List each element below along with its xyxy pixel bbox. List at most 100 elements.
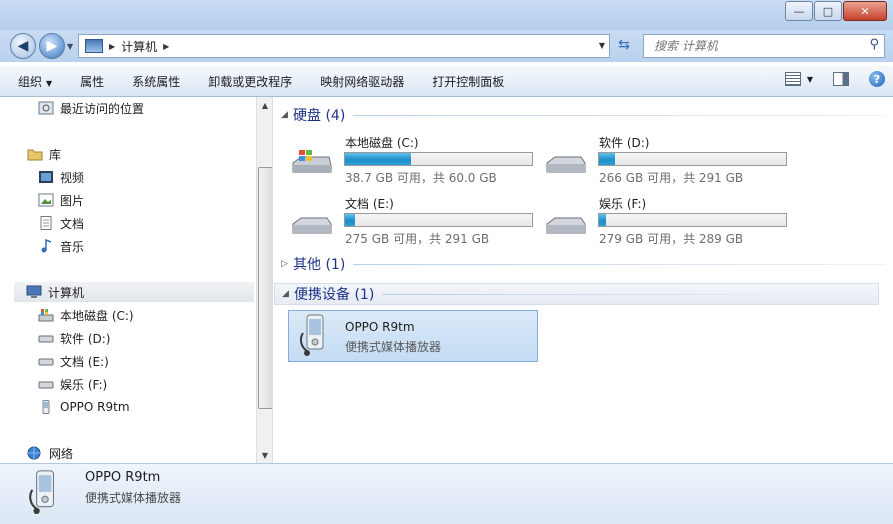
group-header-other[interactable]: ▷ 其他 (1) — [281, 254, 885, 274]
drive-usage-fill — [599, 214, 606, 226]
group-title: 便携设备 (1) — [294, 287, 375, 303]
back-button[interactable]: ◀ — [10, 33, 36, 59]
sidebar-item-computer[interactable]: 计算机 — [14, 282, 254, 302]
collapsed-triangle-icon[interactable]: ▷ — [281, 259, 293, 269]
minimize-button[interactable]: — — [785, 1, 813, 21]
phone-icon — [42, 400, 50, 414]
sidebar-item-label: 文档 — [60, 216, 85, 231]
address-bar[interactable]: ▶ 计算机 ▶ ▼ — [78, 34, 610, 58]
group-header-portable[interactable]: ◢ 便携设备 (1) — [274, 283, 879, 305]
drive-icon — [292, 217, 332, 234]
drive-icon — [38, 358, 54, 366]
group-header-drives[interactable]: ◢ 硬盘 (4) — [281, 105, 885, 125]
drive-usage-bar — [598, 152, 787, 166]
details-pane: OPPO R9tm 便携式媒体播放器 — [0, 463, 893, 524]
document-icon — [40, 216, 52, 230]
close-button[interactable]: ✕ — [843, 1, 887, 21]
window-controls: — □ ✕ — [784, 1, 887, 21]
expanded-triangle-icon[interactable]: ◢ — [282, 289, 294, 299]
sidebar-item-label: 计算机 — [48, 285, 85, 300]
sidebar-item-recent[interactable]: 最近访问的位置 — [38, 98, 144, 118]
breadcrumb-chevron-icon[interactable]: ▶ — [109, 42, 115, 51]
network-icon — [27, 446, 41, 460]
breadcrumb-chevron-icon[interactable]: ▶ — [163, 42, 169, 51]
scroll-down-icon[interactable]: ▼ — [257, 447, 273, 463]
organize-button[interactable]: 组织 ▼ — [14, 70, 56, 93]
drive-tile-c[interactable]: 本地磁盘 (C:) 38.7 GB 可用，共 60.0 GB — [287, 134, 537, 185]
uninstall-button[interactable]: 卸载或更改程序 — [204, 70, 296, 93]
drive-usage-bar — [598, 213, 787, 227]
drive-usage-bar — [344, 213, 533, 227]
sidebar-item-drive-e[interactable]: 文档 (E:) — [38, 351, 109, 371]
expanded-triangle-icon[interactable]: ◢ — [281, 110, 293, 120]
music-icon — [41, 239, 52, 253]
chevron-down-icon: ▼ — [46, 78, 53, 88]
sidebar-item-network[interactable]: 网络 — [27, 443, 73, 463]
device-name: OPPO R9tm — [345, 320, 415, 334]
sidebar-item-label: 图片 — [60, 193, 85, 208]
navigation-scrollbar[interactable]: ▲ ▼ — [256, 97, 273, 463]
sidebar-item-music[interactable]: 音乐 — [38, 236, 84, 256]
forward-button[interactable]: ▶ — [39, 33, 65, 59]
drive-icon — [38, 335, 54, 343]
details-item-description: 便携式媒体播放器 — [85, 491, 182, 505]
details-item-name: OPPO R9tm — [85, 470, 161, 485]
sidebar-item-label: 软件 (D:) — [60, 331, 111, 346]
sidebar-item-drive-d[interactable]: 软件 (D:) — [38, 328, 110, 348]
preview-pane-icon[interactable] — [833, 72, 849, 86]
maximize-button[interactable]: □ — [814, 1, 842, 21]
sidebar-item-drive-c[interactable]: 本地磁盘 (C:) — [38, 305, 134, 325]
system-properties-button[interactable]: 系统属性 — [128, 70, 184, 93]
drive-icon — [546, 156, 586, 173]
chevron-down-icon[interactable]: ▼ — [807, 75, 813, 84]
sidebar-item-label: 视频 — [60, 170, 85, 185]
content-pane: ◢ 硬盘 (4) 本地磁盘 (C:) 38.7 GB 可用，共 60.0 GB … — [273, 97, 893, 463]
sidebar-item-label: OPPO R9tm — [60, 400, 130, 414]
drive-usage-bar — [344, 152, 533, 166]
portable-media-player-icon — [29, 470, 54, 515]
properties-button[interactable]: 属性 — [76, 70, 108, 93]
breadcrumb-computer[interactable]: 计算机 — [121, 38, 157, 55]
group-divider — [353, 114, 885, 116]
drive-name: 本地磁盘 (C:) — [345, 136, 419, 150]
video-icon — [39, 171, 53, 183]
address-dropdown-icon[interactable]: ▼ — [599, 41, 605, 50]
drive-tile-f[interactable]: 娱乐 (F:) 279 GB 可用，共 289 GB — [541, 195, 791, 246]
sidebar-item-label: 音乐 — [60, 239, 85, 254]
scrollbar-thumb[interactable] — [258, 167, 273, 409]
help-icon[interactable]: ? — [869, 71, 885, 87]
drive-icon — [546, 217, 586, 234]
device-tile-phone[interactable]: OPPO R9tm 便携式媒体播放器 — [288, 310, 538, 362]
map-network-drive-button[interactable]: 映射网络驱动器 — [316, 70, 408, 93]
drive-space-info: 275 GB 可用，共 291 GB — [345, 232, 490, 246]
search-input[interactable] — [652, 38, 861, 54]
control-panel-button[interactable]: 打开控制面板 — [428, 70, 508, 93]
sidebar-item-phone[interactable]: OPPO R9tm — [38, 397, 130, 417]
scroll-up-icon[interactable]: ▲ — [257, 97, 273, 113]
drive-usage-fill — [345, 153, 412, 165]
search-box[interactable]: ⚲ — [643, 34, 885, 58]
group-title: 其他 (1) — [293, 257, 346, 273]
drive-tile-d[interactable]: 软件 (D:) 266 GB 可用，共 291 GB — [541, 134, 791, 185]
view-options-icon[interactable] — [784, 72, 801, 86]
drive-space-info: 266 GB 可用，共 291 GB — [599, 171, 744, 185]
sidebar-item-drive-f[interactable]: 娱乐 (F:) — [38, 374, 107, 394]
drive-name: 文档 (E:) — [345, 197, 394, 211]
organize-label: 组织 — [18, 74, 43, 89]
recent-pages-dropdown-icon[interactable]: ▼ — [67, 42, 73, 51]
sidebar-item-documents[interactable]: 文档 — [38, 213, 84, 233]
refresh-icon[interactable]: ⇆ — [612, 34, 636, 56]
computer-icon — [26, 285, 42, 298]
drive-usage-fill — [345, 214, 356, 226]
sidebar-item-pictures[interactable]: 图片 — [38, 190, 84, 210]
search-icon[interactable]: ⚲ — [869, 37, 879, 52]
title-bar: — □ ✕ — [0, 0, 893, 30]
drive-tile-e[interactable]: 文档 (E:) 275 GB 可用，共 291 GB — [287, 195, 537, 246]
sidebar-item-label: 本地磁盘 (C:) — [60, 308, 134, 323]
sidebar-item-libraries[interactable]: 库 — [27, 144, 61, 164]
drive-space-info: 38.7 GB 可用，共 60.0 GB — [345, 171, 497, 185]
system-drive-icon — [38, 309, 54, 322]
group-divider — [382, 293, 878, 295]
picture-icon — [38, 193, 54, 207]
sidebar-item-videos[interactable]: 视频 — [38, 167, 84, 187]
